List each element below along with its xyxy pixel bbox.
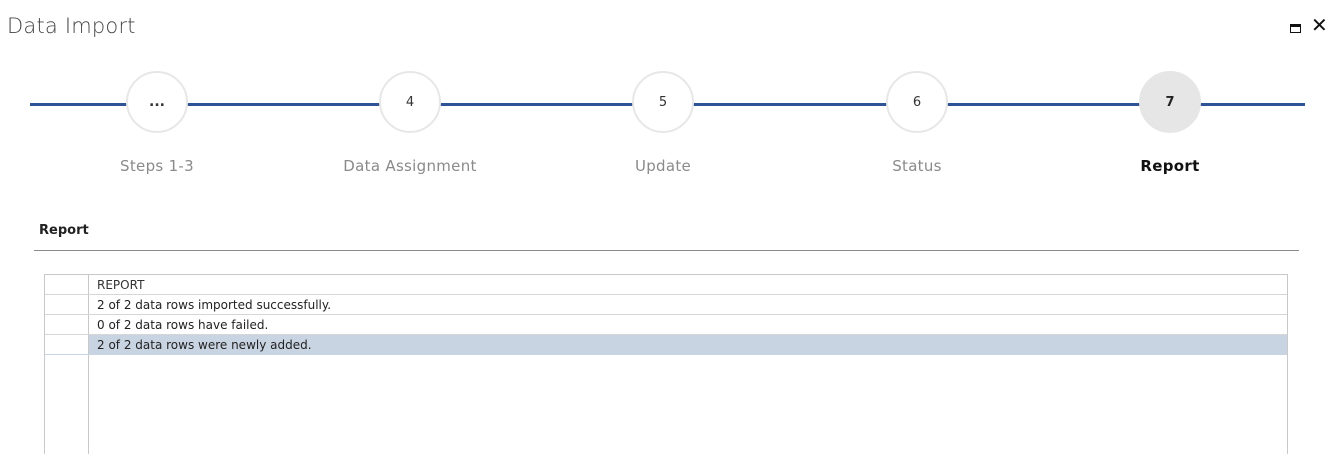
step-circle: 6 bbox=[886, 71, 948, 133]
close-icon[interactable]: ✕ bbox=[1311, 15, 1328, 35]
wizard-step-data-assignment[interactable]: 4 Data Assignment bbox=[310, 71, 510, 175]
row-indicator bbox=[45, 315, 89, 334]
row-indicator bbox=[45, 295, 89, 314]
step-circle: 4 bbox=[379, 71, 441, 133]
step-circle-active: 7 bbox=[1139, 71, 1201, 133]
wizard-step-update[interactable]: 5 Update bbox=[563, 71, 763, 175]
report-grid[interactable]: REPORT 2 of 2 data rows imported success… bbox=[44, 274, 1288, 454]
table-cell: 2 of 2 data rows imported successfully. bbox=[97, 298, 332, 312]
window-title: Data Import bbox=[7, 14, 136, 38]
step-label: Steps 1-3 bbox=[120, 157, 194, 175]
maximize-icon[interactable] bbox=[1290, 24, 1301, 33]
wizard-step-status[interactable]: 6 Status bbox=[817, 71, 1017, 175]
table-row[interactable]: 2 of 2 data rows imported successfully. bbox=[45, 295, 1287, 315]
step-label: Data Assignment bbox=[343, 157, 477, 175]
wizard-step-report[interactable]: 7 Report bbox=[1070, 71, 1270, 175]
grid-column-header[interactable]: REPORT bbox=[45, 275, 1287, 295]
table-cell: 2 of 2 data rows were newly added. bbox=[97, 338, 312, 352]
table-row[interactable]: 0 of 2 data rows have failed. bbox=[45, 315, 1287, 335]
table-cell: 0 of 2 data rows have failed. bbox=[97, 318, 269, 332]
step-circle: ... bbox=[126, 71, 188, 133]
row-indicator bbox=[45, 335, 89, 354]
table-row-selected[interactable]: 2 of 2 data rows were newly added. bbox=[45, 335, 1287, 355]
column-header-report: REPORT bbox=[97, 278, 145, 292]
wizard-step-steps-1-3[interactable]: ... Steps 1-3 bbox=[57, 71, 257, 175]
report-section-title: Report bbox=[39, 223, 89, 238]
step-label: Status bbox=[892, 157, 942, 175]
step-label-active: Report bbox=[1140, 157, 1200, 175]
step-circle: 5 bbox=[632, 71, 694, 133]
step-label: Update bbox=[634, 157, 692, 175]
row-indicator bbox=[45, 275, 89, 294]
section-divider bbox=[34, 250, 1299, 251]
